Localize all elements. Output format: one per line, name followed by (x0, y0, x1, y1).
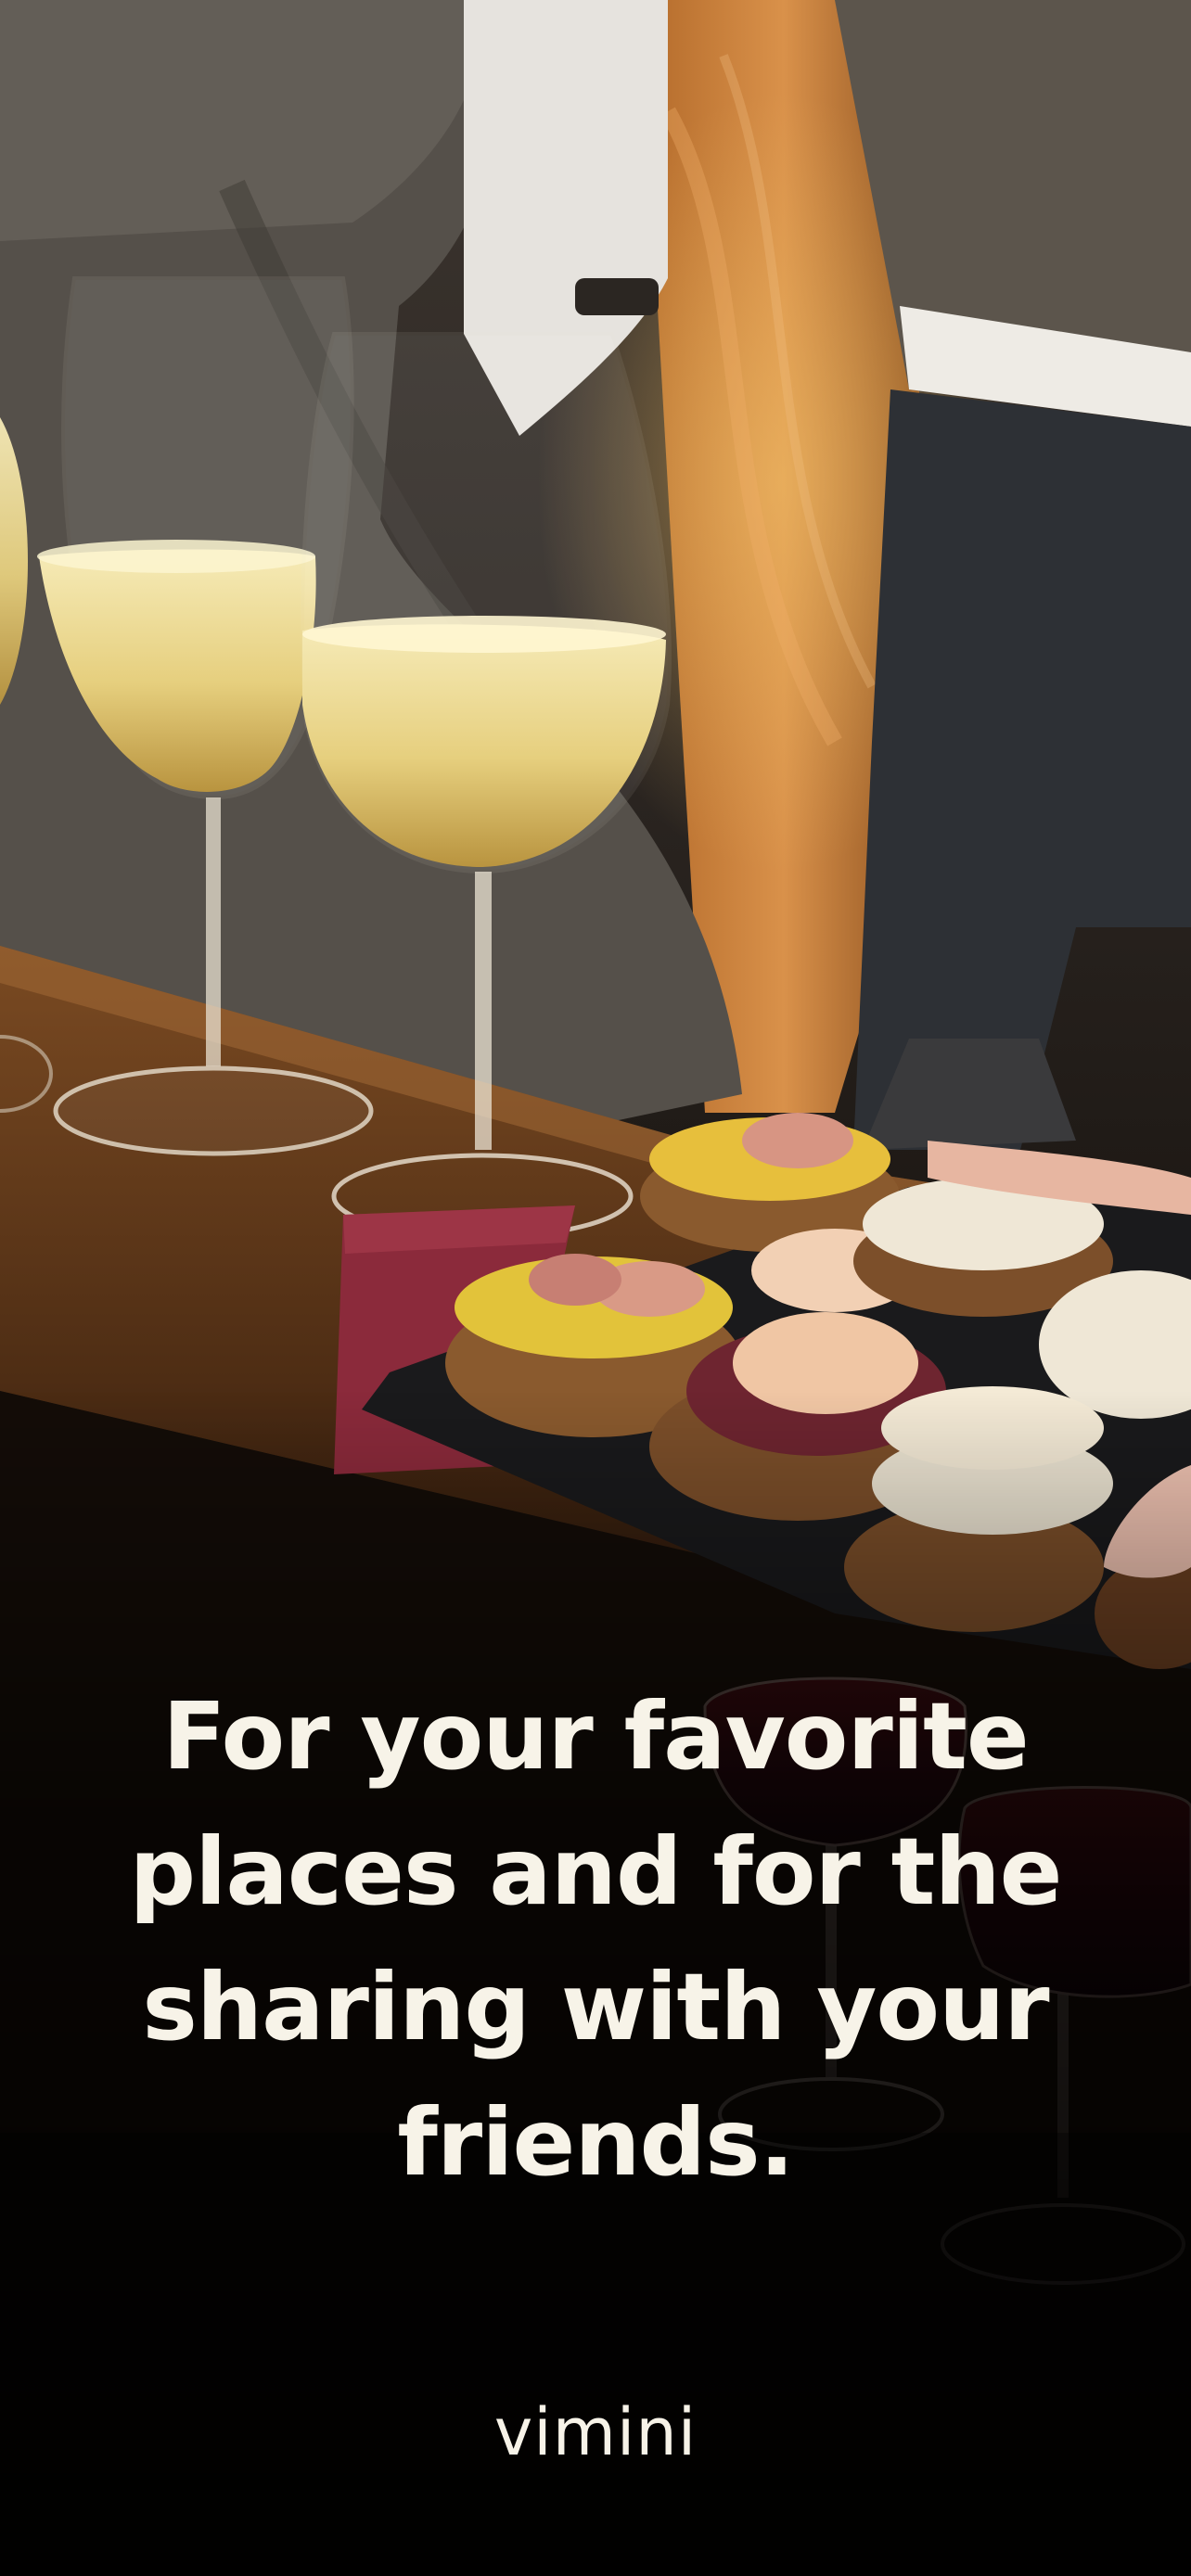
brand-logo: vimini (493, 2394, 698, 2470)
onboarding-headline: For your favorite places and for the sha… (129, 1682, 1063, 2197)
onboarding-screen: For your favorite places and for the sha… (0, 0, 1191, 2576)
